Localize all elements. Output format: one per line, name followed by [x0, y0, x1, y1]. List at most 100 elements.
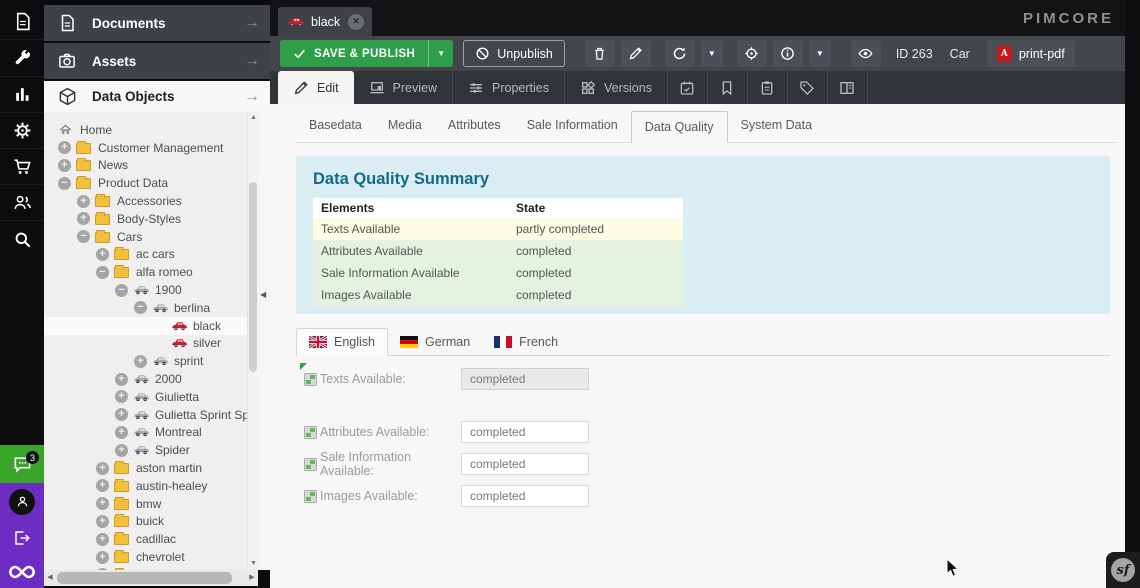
- tab-workflow[interactable]: [828, 71, 868, 104]
- tab-notes[interactable]: [708, 71, 748, 104]
- subtab-data-quality[interactable]: Data Quality: [631, 111, 728, 143]
- minus-expander-icon[interactable]: −: [115, 284, 128, 297]
- tree-item[interactable]: −Product Data: [44, 174, 258, 192]
- plus-expander-icon[interactable]: +: [115, 408, 128, 421]
- tab-properties[interactable]: Properties: [453, 71, 565, 104]
- tree-item[interactable]: silver: [44, 335, 258, 353]
- reports-bar-chart-icon[interactable]: [0, 77, 44, 113]
- plus-expander-icon[interactable]: +: [58, 141, 71, 154]
- scroll-left-icon[interactable]: ◀: [44, 570, 56, 586]
- info-dropdown-caret[interactable]: ▼: [809, 40, 831, 67]
- logout-icon[interactable]: [0, 520, 44, 555]
- tree-horizontal-scrollbar[interactable]: ◀ ▶: [44, 570, 258, 586]
- ecommerce-cart-icon[interactable]: [0, 149, 44, 185]
- rename-button[interactable]: [621, 40, 651, 67]
- pimcore-infinity-logo[interactable]: [0, 555, 44, 588]
- tree-item[interactable]: +bmw: [44, 495, 258, 513]
- plus-expander-icon[interactable]: +: [58, 159, 71, 172]
- tab-preview[interactable]: Preview: [354, 71, 453, 104]
- tree-item[interactable]: +2000: [44, 370, 258, 388]
- tree-item[interactable]: +sprint: [44, 352, 258, 370]
- users-icon[interactable]: [0, 185, 44, 221]
- plus-expander-icon[interactable]: +: [115, 390, 128, 403]
- subtab-basedata[interactable]: Basedata: [296, 110, 375, 142]
- tree-item[interactable]: +chevrolet: [44, 548, 258, 566]
- subtab-media[interactable]: Media: [375, 110, 435, 142]
- tree-item[interactable]: +ac cars: [44, 246, 258, 264]
- plus-expander-icon[interactable]: +: [96, 515, 109, 528]
- unpublish-button[interactable]: Unpublish: [463, 40, 565, 67]
- tree-item[interactable]: +cadillac: [44, 530, 258, 548]
- plus-expander-icon[interactable]: +: [134, 355, 147, 368]
- plus-expander-icon[interactable]: +: [96, 248, 109, 261]
- plus-expander-icon[interactable]: +: [115, 444, 128, 457]
- plus-expander-icon[interactable]: +: [115, 426, 128, 439]
- settings-gear-icon[interactable]: [0, 113, 44, 149]
- tree-item[interactable]: +Gulietta Sprint Specia: [44, 406, 258, 424]
- tree-item[interactable]: +buick: [44, 513, 258, 531]
- notifications-chat-icon[interactable]: 3: [0, 445, 44, 483]
- tree-item[interactable]: −1900: [44, 281, 258, 299]
- scroll-right-icon[interactable]: ▶: [246, 570, 258, 586]
- plus-expander-icon[interactable]: +: [96, 533, 109, 546]
- tree-item[interactable]: +News: [44, 157, 258, 175]
- tools-wrench-icon[interactable]: [0, 41, 44, 77]
- minus-expander-icon[interactable]: −: [58, 177, 71, 190]
- plus-expander-icon[interactable]: +: [96, 497, 109, 510]
- info-button[interactable]: [773, 40, 803, 67]
- reload-button[interactable]: [665, 40, 695, 67]
- print-pdf-button[interactable]: A print-pdf: [987, 40, 1075, 67]
- tree-item[interactable]: +Montreal: [44, 424, 258, 442]
- subtab-system-data[interactable]: System Data: [728, 110, 826, 142]
- panel-splitter[interactable]: ◀: [258, 112, 270, 570]
- documents-module-icon[interactable]: [0, 4, 44, 40]
- images-available-input[interactable]: [461, 485, 589, 507]
- sidebar-panel-documents[interactable]: Documents →: [44, 5, 270, 41]
- tree-item[interactable]: +Customer Management: [44, 139, 258, 157]
- tab-language-french[interactable]: French: [482, 328, 570, 356]
- texts-available-input[interactable]: [461, 368, 589, 390]
- locate-in-tree-button[interactable]: [737, 40, 767, 67]
- plus-expander-icon[interactable]: +: [77, 212, 90, 225]
- subtab-sale-information[interactable]: Sale Information: [514, 110, 631, 142]
- subtab-attributes[interactable]: Attributes: [435, 110, 514, 142]
- tab-black[interactable]: black ✕: [278, 7, 372, 36]
- tab-versions[interactable]: Versions: [565, 71, 668, 104]
- attributes-available-input[interactable]: [461, 421, 589, 443]
- tree-item[interactable]: +Accessories: [44, 192, 258, 210]
- minus-expander-icon[interactable]: −: [77, 230, 90, 243]
- user-avatar-icon[interactable]: [0, 483, 44, 520]
- plus-expander-icon[interactable]: +: [96, 462, 109, 475]
- tab-tags[interactable]: [788, 71, 828, 104]
- scrollbar-thumb[interactable]: [249, 182, 257, 372]
- close-icon[interactable]: ✕: [348, 14, 364, 30]
- plus-expander-icon[interactable]: +: [96, 479, 109, 492]
- tree-item[interactable]: +Body-Styles: [44, 210, 258, 228]
- tree-item-home[interactable]: Home: [44, 121, 258, 139]
- tree-item[interactable]: +Giulietta: [44, 388, 258, 406]
- plus-expander-icon[interactable]: +: [96, 551, 109, 564]
- tree-item-selected[interactable]: black: [44, 317, 258, 335]
- tree-item[interactable]: +aston martin: [44, 459, 258, 477]
- tree-vertical-scrollbar[interactable]: ▲ ▼: [247, 112, 258, 570]
- tree-item[interactable]: −Cars: [44, 228, 258, 246]
- sale-information-available-input[interactable]: [461, 453, 589, 475]
- tree-item[interactable]: −alfa romeo: [44, 263, 258, 281]
- collapse-left-icon[interactable]: ◀: [260, 290, 266, 299]
- scrollbar-thumb[interactable]: [57, 572, 232, 584]
- tree-item[interactable]: +austin-healey: [44, 477, 258, 495]
- tab-edit[interactable]: Edit: [278, 71, 354, 104]
- search-icon[interactable]: [0, 221, 44, 257]
- tab-schedule[interactable]: [668, 71, 708, 104]
- plus-expander-icon[interactable]: +: [115, 373, 128, 386]
- symfony-debug-toolbar-toggle[interactable]: sf: [1106, 552, 1140, 588]
- reload-dropdown-caret[interactable]: ▼: [701, 40, 723, 67]
- minus-expander-icon[interactable]: −: [96, 266, 109, 279]
- minus-expander-icon[interactable]: −: [134, 301, 147, 314]
- open-preview-button[interactable]: [851, 40, 881, 67]
- tree-item[interactable]: −berlina: [44, 299, 258, 317]
- tab-language-english[interactable]: English: [296, 328, 388, 356]
- delete-button[interactable]: [585, 40, 615, 67]
- save-dropdown-caret[interactable]: ▼: [428, 40, 453, 67]
- plus-expander-icon[interactable]: +: [77, 195, 90, 208]
